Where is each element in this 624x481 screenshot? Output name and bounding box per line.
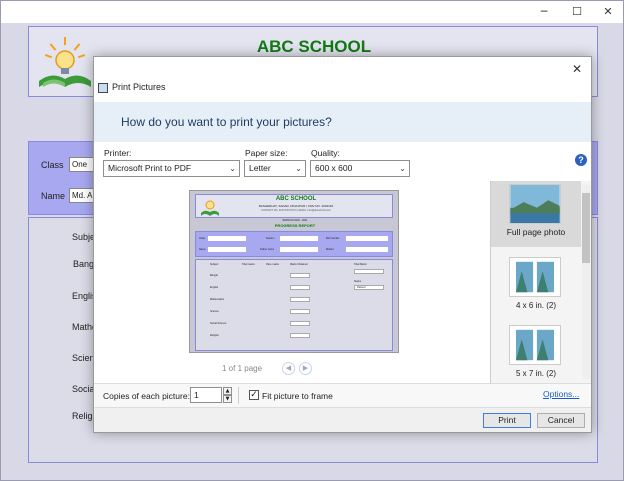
- preview-field-box: [346, 236, 388, 241]
- preview-side-label: Total Marks: [354, 263, 367, 266]
- help-icon[interactable]: ?: [575, 154, 587, 166]
- preview-subject-row: Social Science: [210, 322, 227, 325]
- app-titlebar: ─ ☐ ✕: [1, 1, 623, 23]
- preview-field-box: [208, 236, 246, 241]
- preview-subject-row: Religion: [210, 334, 220, 337]
- preview-marks-box: [290, 297, 310, 302]
- preview-col-header: Marks Obtained: [290, 263, 308, 266]
- class-label: Class: [41, 160, 64, 170]
- preview-field-label: Roll number: [326, 237, 340, 240]
- copies-label: Copies of each picture:: [103, 391, 190, 401]
- print-pictures-dialog: ✕ Print Pictures How do you want to prin…: [93, 56, 592, 433]
- next-page-icon[interactable]: ▶: [299, 362, 312, 375]
- preview-contact: CONTACT NO. 01XXXXXXXXX | EMAIL: info@ab…: [261, 209, 331, 212]
- preview-field-label: Mother: [326, 248, 334, 251]
- preview-subject-row: Science: [210, 310, 219, 313]
- report-preview-page: ABC SCHOOL BASHERHAT, SADAR, DINAJPUR | …: [189, 190, 399, 353]
- wallet-photo-icon: [509, 325, 561, 365]
- options-link[interactable]: Options...: [543, 389, 579, 399]
- prev-page-icon[interactable]: ◀: [282, 362, 295, 375]
- preview-field-box: [280, 236, 318, 241]
- paper-size-select-value: Letter: [249, 163, 271, 173]
- preview-total-box: [354, 269, 384, 274]
- preview-field-box: [280, 247, 318, 252]
- fit-to-frame-label: Fit picture to frame: [262, 391, 333, 401]
- preview-side-label: Status: [354, 280, 362, 283]
- preview-field-label: Name: [199, 248, 206, 251]
- paper-size-label: Paper size:: [245, 148, 288, 158]
- preview-status-box: Passed: [354, 285, 384, 290]
- preview-school-name: ABC SCHOOL: [275, 196, 317, 202]
- dialog-footer: Print Cancel: [94, 407, 591, 432]
- layout-list[interactable]: Full page photo 4 x 6 in. (2) 5 x 7 in. …: [490, 181, 591, 383]
- preview-subject-row: English: [210, 286, 219, 289]
- layout-scrollbar-thumb[interactable]: [582, 193, 590, 263]
- copies-decrement-icon[interactable]: ▼: [223, 395, 232, 403]
- preview-field-label: Class: [199, 237, 206, 240]
- preview-marks-box: [290, 273, 310, 278]
- subject-label-science: Scien: [72, 353, 95, 363]
- cancel-button[interactable]: Cancel: [537, 413, 585, 428]
- preview-session: SESSION 2020 - 2021: [282, 219, 308, 222]
- full-page-photo-icon: [509, 184, 561, 224]
- school-logo-icon: [39, 37, 91, 87]
- subject-label-social: Socia: [72, 384, 95, 394]
- app-school-name: ABC SCHOOL: [256, 37, 372, 56]
- page-indicator: 1 of 1 page: [222, 364, 263, 373]
- layout-item-full-page[interactable]: Full page photo: [491, 181, 581, 247]
- preview-marks-panel: Subject Total marks Pass marks Marks Obt…: [195, 259, 393, 351]
- printer-icon: [98, 83, 108, 93]
- divider: [238, 387, 239, 404]
- preview-marks-box: [290, 321, 310, 326]
- layout-item-4x6[interactable]: 4 x 6 in. (2): [491, 257, 581, 315]
- name-label: Name: [41, 191, 66, 201]
- preview-form-panel: Class Section Roll number Name Father na…: [195, 231, 393, 257]
- close-window-button[interactable]: ✕: [598, 4, 618, 20]
- copies-increment-icon[interactable]: ▲: [223, 387, 232, 395]
- chevron-down-icon: ⌄: [295, 164, 302, 173]
- wallet-photo-icon: [509, 257, 561, 297]
- quality-select-value: 600 x 600: [315, 163, 353, 173]
- preview-col-header: Subject: [210, 263, 219, 266]
- preview-field-label: Section: [266, 237, 275, 240]
- preview-subject-row: Bangla: [210, 274, 218, 277]
- layout-label: 4 x 6 in. (2): [515, 301, 556, 310]
- subject-header-label: Subje: [72, 232, 96, 242]
- preview-subject-row: Mathematics: [210, 298, 225, 301]
- preview-col-header: Pass marks: [266, 263, 280, 266]
- quality-select[interactable]: 600 x 600 ⌄: [310, 160, 410, 177]
- maximize-button[interactable]: ☐: [567, 4, 587, 20]
- minimize-button[interactable]: ─: [534, 4, 554, 20]
- copies-bar: Copies of each picture: 1 ▲ ▼ ✓ Fit pict…: [94, 383, 591, 407]
- layout-label: Full page photo: [506, 227, 566, 237]
- paper-size-select[interactable]: Letter ⌄: [244, 160, 306, 177]
- subject-label-bangla: Bang: [73, 259, 95, 269]
- preview-field-box: [208, 247, 246, 252]
- layout-item-5x7[interactable]: 5 x 7 in. (2): [491, 325, 581, 383]
- preview-header: ABC SCHOOL BASHERHAT, SADAR, DINAJPUR | …: [195, 194, 393, 218]
- preview-field-box: [346, 247, 388, 252]
- print-button[interactable]: Print: [483, 413, 531, 428]
- preview-field-label: Father name: [260, 248, 275, 251]
- printer-select[interactable]: Microsoft Print to PDF ⌄: [103, 160, 240, 177]
- dialog-close-button[interactable]: ✕: [569, 61, 585, 77]
- quality-label: Quality:: [311, 148, 340, 158]
- preview-report-title: PROGRESS REPORT: [274, 223, 316, 228]
- preview-address: BASHERHAT, SADAR, DINAJPUR | CMV NO. 200…: [258, 204, 334, 208]
- dialog-title: Print Pictures: [112, 82, 166, 92]
- preview-marks-box: [290, 309, 310, 314]
- preview-col-header: Total marks: [242, 263, 255, 266]
- preview-marks-box: [290, 333, 310, 338]
- copies-input[interactable]: 1: [190, 387, 222, 403]
- subject-label-religion: Religi: [72, 411, 95, 421]
- printer-label: Printer:: [104, 148, 132, 158]
- fit-to-frame-checkbox[interactable]: ✓: [249, 390, 259, 400]
- layout-label: 5 x 7 in. (2): [515, 369, 556, 378]
- chevron-down-icon: ⌄: [229, 164, 236, 173]
- preview-marks-box: [290, 285, 310, 290]
- printer-select-value: Microsoft Print to PDF: [108, 163, 192, 173]
- dialog-question: How do you want to print your pictures?: [121, 115, 332, 129]
- chevron-down-icon: ⌄: [399, 164, 406, 173]
- preview-logo-icon: [201, 200, 219, 216]
